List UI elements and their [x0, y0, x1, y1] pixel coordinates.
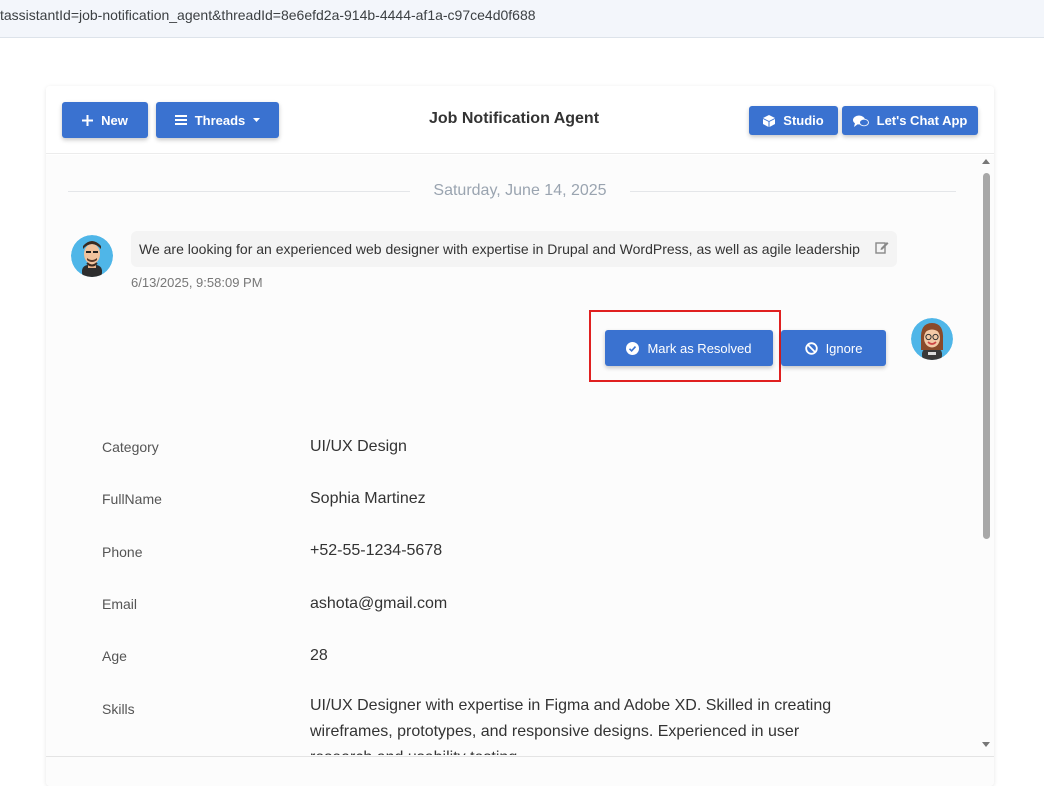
detail-value-phone: +52-55-1234-5678: [310, 542, 443, 559]
detail-label-age: Age: [102, 648, 127, 664]
cube-icon: [763, 114, 776, 127]
chat-scrollbar[interactable]: [978, 155, 994, 755]
detail-label-fullname: FullName: [102, 491, 162, 507]
address-bar[interactable]: tassistantId=job-notification_agent&thre…: [0, 0, 1044, 38]
ban-icon: [804, 341, 818, 355]
check-circle-icon: [626, 341, 640, 355]
studio-button-label: Studio: [783, 113, 824, 128]
user-avatar: [71, 235, 113, 277]
page-title: Job Notification Agent: [428, 110, 600, 127]
detail-value-fullname: Sophia Martinez: [310, 490, 426, 507]
detail-value-email: ashota@gmail.com: [310, 595, 448, 612]
date-divider-line-right: [630, 191, 956, 192]
mark-as-resolved-button[interactable]: Mark as Resolved: [605, 330, 773, 366]
studio-button[interactable]: Studio: [749, 106, 838, 135]
url-text: tassistantId=job-notification_agent&thre…: [0, 7, 536, 23]
caret-down-icon: [253, 118, 261, 122]
date-divider-line-left: [68, 191, 410, 192]
scroll-thumb[interactable]: [983, 173, 990, 539]
scroll-up-arrow-icon[interactable]: [982, 159, 990, 164]
list-icon: [174, 115, 187, 125]
threads-dropdown-button[interactable]: Threads: [156, 102, 279, 138]
chat-messages: Saturday, June 14, 2025 We are looking f…: [46, 155, 994, 786]
detail-label-skills: Skills: [102, 701, 135, 717]
chat-app-button-label: Let's Chat App: [876, 113, 968, 128]
ignore-label: Ignore: [825, 340, 863, 356]
detail-value-category: UI/UX Design: [310, 438, 407, 455]
user-message-bubble: We are looking for an experienced web de…: [131, 231, 897, 267]
lets-chat-app-button[interactable]: Let's Chat App: [842, 106, 978, 135]
message-timestamp: 6/13/2025, 9:58:09 PM: [131, 275, 263, 290]
detail-label-phone: Phone: [102, 544, 143, 560]
mark-as-resolved-label: Mark as Resolved: [647, 340, 752, 356]
footer-divider: [46, 756, 994, 757]
new-button[interactable]: New: [62, 102, 148, 138]
scroll-down-arrow-icon[interactable]: [982, 742, 990, 747]
chat-bubbles-icon: [852, 115, 869, 127]
date-divider: Saturday, June 14, 2025: [433, 182, 607, 199]
detail-label-category: Category: [102, 439, 159, 455]
edit-icon[interactable]: [875, 240, 889, 254]
detail-label-email: Email: [102, 596, 138, 612]
agent-avatar: [911, 318, 953, 360]
ignore-button[interactable]: Ignore: [781, 330, 886, 366]
detail-value-age: 28: [310, 647, 328, 664]
panel-header: New Threads Job Notification Agent Studi…: [46, 86, 994, 154]
new-button-label: New: [101, 112, 128, 128]
detail-value-skills: UI/UX Designer with expertise in Figma a…: [310, 697, 832, 755]
user-message-text: We are looking for an experienced web de…: [139, 241, 860, 257]
threads-button-label: Threads: [194, 112, 246, 128]
plus-icon: [82, 114, 94, 126]
chat-panel: New Threads Job Notification Agent Studi…: [46, 86, 994, 786]
